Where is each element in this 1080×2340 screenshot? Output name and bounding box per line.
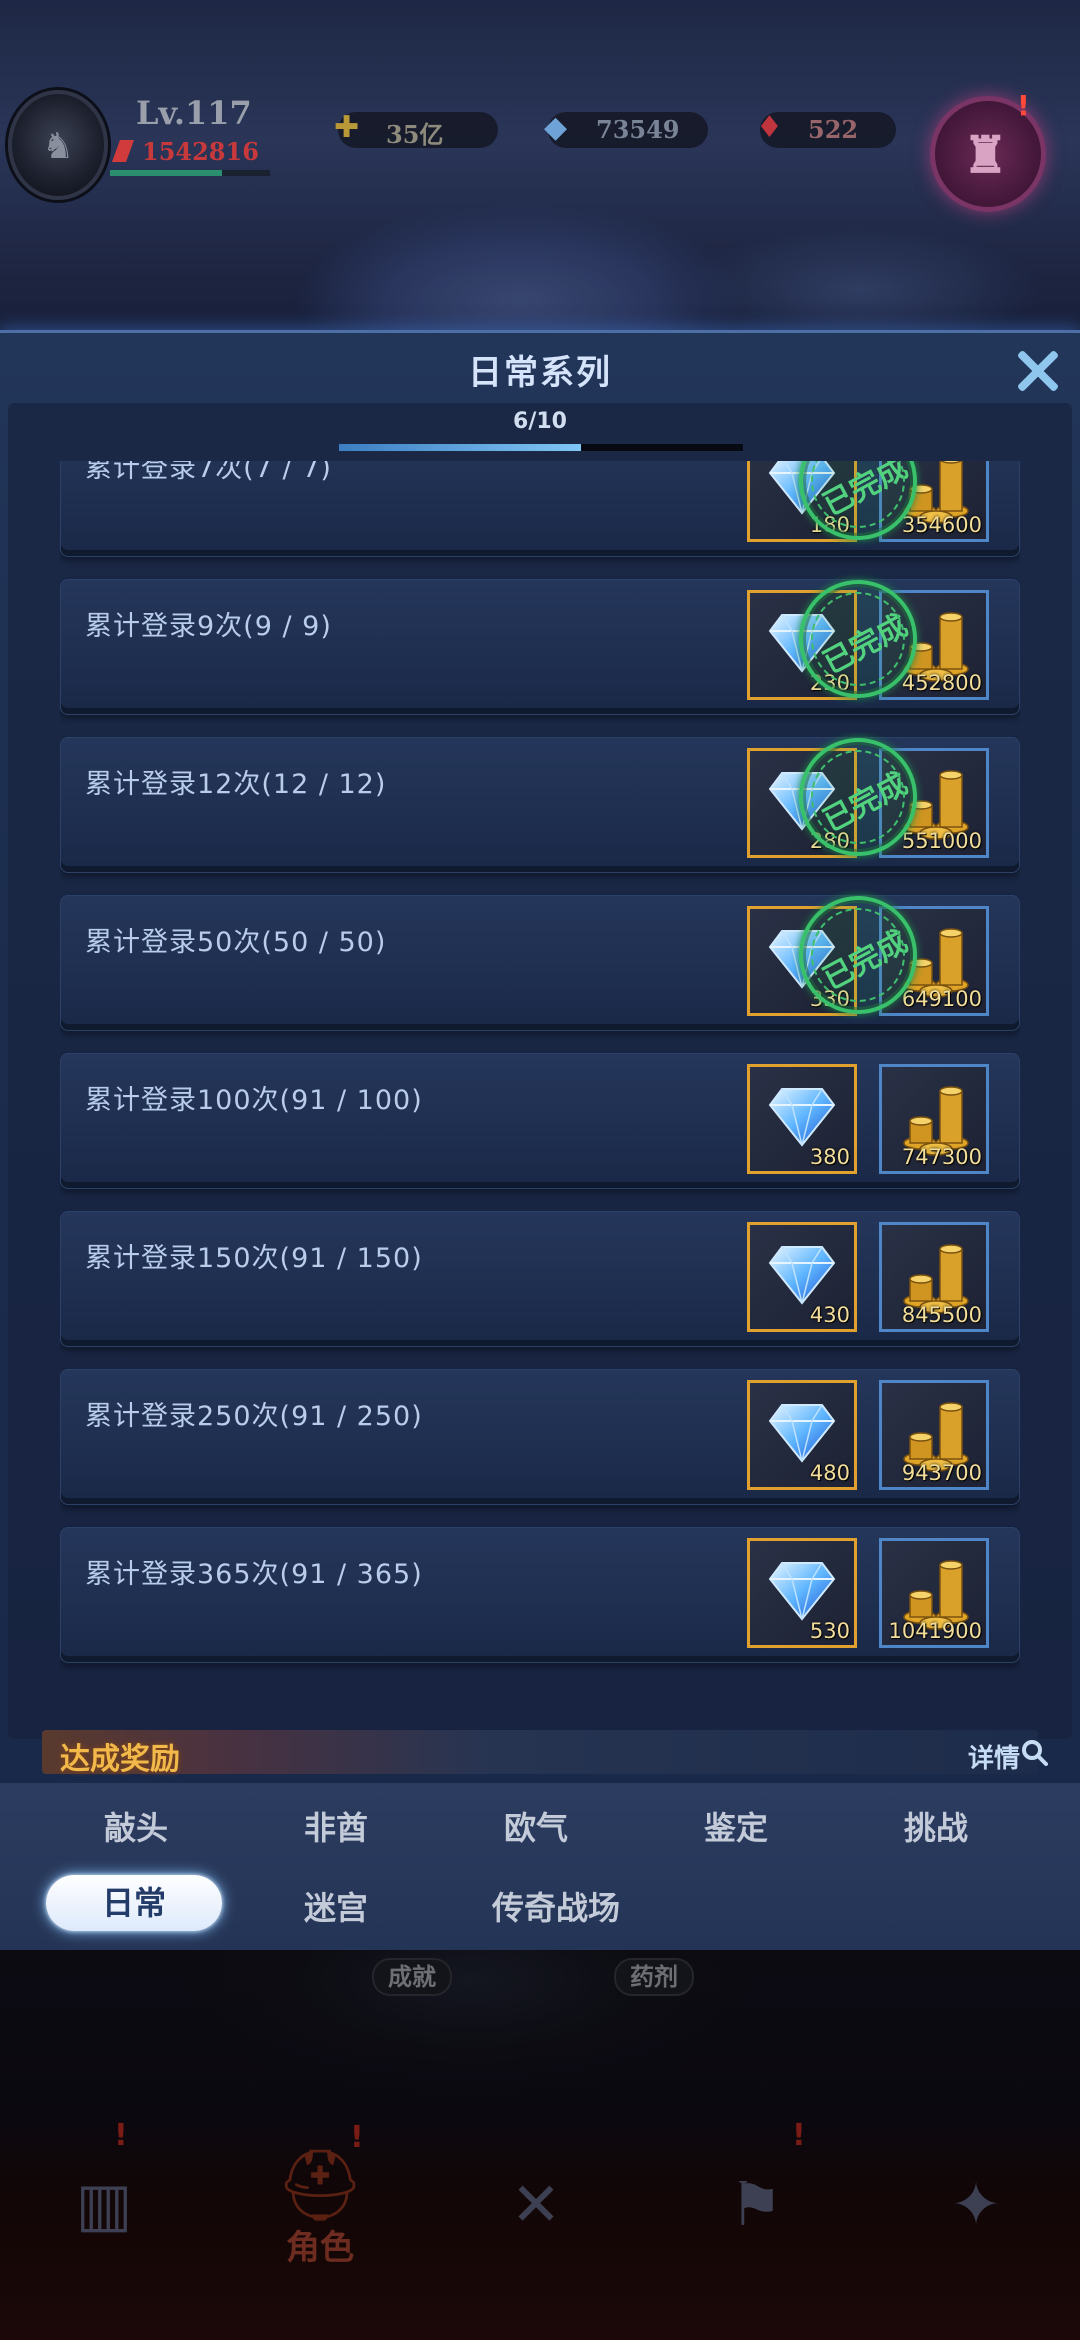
potion-shortcut[interactable]: 药剂 <box>614 1958 694 1996</box>
close-icon[interactable] <box>1010 343 1066 399</box>
alert-badge-icon: ! <box>792 2118 806 2153</box>
alert-badge-icon: ! <box>114 2118 128 2153</box>
achievement-shortcut[interactable]: 成就 <box>372 1958 452 1996</box>
tab-item[interactable]: 迷宫 <box>256 1883 416 1929</box>
task-label: 累计登录150次(91 / 150) <box>85 1243 423 1274</box>
achievement-bar: 达成奖励 详情 <box>42 1730 1048 1777</box>
ruby-icon: ♦ <box>756 110 783 145</box>
progress-bar <box>338 443 744 452</box>
gem-reward[interactable]: 430 <box>747 1222 857 1332</box>
alert-badge-icon: ! <box>1017 89 1030 122</box>
task-label: 累计登录7次(7 / 7) <box>85 461 332 484</box>
background-game-ui: 成就 药剂 ▥ ! ⛑ 角色 ! ✕ ⚑ ! ✦ <box>0 1950 1080 2340</box>
player-power: 1542816 <box>142 137 259 166</box>
detail-button[interactable]: 详情 <box>967 1738 1048 1775</box>
hero-menu-button[interactable]: ♜ ! <box>930 89 1046 212</box>
search-icon <box>1022 1740 1048 1766</box>
player-avatar[interactable]: ♞ <box>8 90 108 200</box>
coin-reward-amount: 943700 <box>901 1461 982 1485</box>
panel-title: 日常系列 <box>468 353 612 393</box>
tab-item[interactable]: 欧气 <box>456 1803 616 1849</box>
nav-item-role[interactable]: ⛑ 角色 ! <box>230 2120 410 2269</box>
gem-reward-amount: 530 <box>809 1619 850 1643</box>
gold-resource[interactable]: ✚ 35亿 <box>334 110 498 149</box>
guild-icon: ⚑ <box>729 2170 783 2240</box>
task-label: 累计登录365次(91 / 365) <box>85 1559 423 1590</box>
nav-item-event[interactable]: ✦ <box>916 2170 1036 2240</box>
task-row: 累计登录50次(50 / 50) 330 649100 已完成 <box>60 875 1020 1035</box>
task-row: 累计登录9次(9 / 9) 230 452800 已完成 <box>60 559 1020 719</box>
task-list[interactable]: 累计登录7次(7 / 7) 180 354600 已完成 累计登录9次(9 / 9) 23… <box>60 461 1020 1693</box>
category-tabs: 敲头 非酋 欧气 鉴定 挑战日常 迷宫 传奇战场 <box>0 1783 1080 1953</box>
event-icon: ✦ <box>950 2170 1002 2240</box>
task-row: 累计登录250次(91 / 250) 480 943700 <box>60 1369 1020 1505</box>
coin-reward[interactable]: 747300 <box>879 1064 989 1174</box>
portrait-icon: ♞ <box>42 126 75 167</box>
task-label: 累计登录12次(12 / 12) <box>85 769 387 800</box>
coin-reward-amount: 649100 <box>901 987 982 1011</box>
tab-item[interactable]: 敲头 <box>56 1803 216 1849</box>
task-label: 累计登录50次(50 / 50) <box>85 927 387 958</box>
ruby-resource[interactable]: ♦ 522 <box>756 110 896 148</box>
tab-item[interactable]: 传奇战场 <box>456 1883 656 1929</box>
task-label: 累计登录9次(9 / 9) <box>85 611 332 642</box>
gem-reward-amount: 430 <box>809 1303 850 1327</box>
player-level: Lv.117 <box>136 94 252 132</box>
coin-reward[interactable]: 943700 <box>879 1380 989 1490</box>
daily-series-panel: 日常系列 6/10 累计登录7次(7 / 7) 180 354600 已完成 累计登录9… <box>0 330 1080 1953</box>
gem-amount: 73549 <box>596 115 680 144</box>
gold-amount: 35亿 <box>386 120 444 149</box>
task-label: 累计登录250次(91 / 250) <box>85 1401 423 1432</box>
task-row: 累计登录100次(91 / 100) 380 747300 <box>60 1053 1020 1189</box>
coin-reward-amount: 747300 <box>901 1145 982 1169</box>
task-row: 累计登录365次(91 / 365) 530 1041900 <box>60 1527 1020 1663</box>
nav-item-guild[interactable]: ⚑ ! <box>696 2118 816 2240</box>
coin-reward-amount: 845500 <box>901 1303 982 1327</box>
tab-item[interactable]: 鉴定 <box>656 1803 816 1849</box>
gem-reward-amount: 480 <box>809 1461 850 1485</box>
gem-reward[interactable]: 380 <box>747 1064 857 1174</box>
gem-reward[interactable]: 480 <box>747 1380 857 1490</box>
progress-fill <box>339 444 582 451</box>
diamond-icon: ◆ <box>544 110 568 145</box>
tab-item[interactable]: 非酋 <box>256 1803 416 1849</box>
ruby-amount: 522 <box>808 115 859 144</box>
coin-reward-amount: 452800 <box>901 671 982 695</box>
top-hud: ♞ Lv.117 1542816 ✚ 35亿 ◆ 73549 ♦ 522 ♜ ! <box>0 0 1080 340</box>
coin-reward[interactable]: 845500 <box>879 1222 989 1332</box>
hero-emblem-icon: ♜ <box>963 125 1008 184</box>
gem-resource[interactable]: ◆ 73549 <box>544 110 708 148</box>
tab-item-active[interactable]: 日常 <box>46 1875 222 1931</box>
achievement-title: 达成奖励 <box>60 1742 180 1777</box>
coin-reward[interactable]: 1041900 <box>879 1538 989 1648</box>
health-bar <box>110 170 270 176</box>
tab-item[interactable]: 挑战 <box>856 1803 1016 1849</box>
task-row: 累计登录150次(91 / 150) 430 845500 <box>60 1211 1020 1347</box>
nav-item-shop[interactable]: ▥ ! <box>44 2118 164 2240</box>
helmet-icon: ⛑ <box>275 2144 365 2226</box>
task-row: 累计登录12次(12 / 12) 280 551000 已完成 <box>60 717 1020 877</box>
alert-badge-icon: ! <box>350 2120 364 2155</box>
coin-reward-amount: 1041900 <box>888 1619 982 1643</box>
shop-icon: ▥ <box>75 2170 133 2240</box>
detail-label: 详情 <box>967 1744 1020 1774</box>
nav-role-label: 角色 <box>286 2228 354 2268</box>
coin-reward-amount: 551000 <box>901 829 982 853</box>
coin-reward-amount: 354600 <box>901 513 982 537</box>
gem-reward-amount: 380 <box>809 1145 850 1169</box>
gem-reward[interactable]: 530 <box>747 1538 857 1648</box>
task-label: 累计登录100次(91 / 100) <box>85 1085 423 1116</box>
gold-bar-icon: ✚ <box>334 110 360 145</box>
nav-item-battle[interactable]: ✕ <box>476 2170 596 2240</box>
crossed-swords-icon: ✕ <box>510 2170 562 2240</box>
bottom-nav: ▥ ! ⛑ 角色 ! ✕ ⚑ ! ✦ <box>0 2110 1080 2340</box>
task-row: 累计登录7次(7 / 7) 180 354600 已完成 <box>60 461 1020 561</box>
progress-label: 6/10 <box>513 409 567 434</box>
